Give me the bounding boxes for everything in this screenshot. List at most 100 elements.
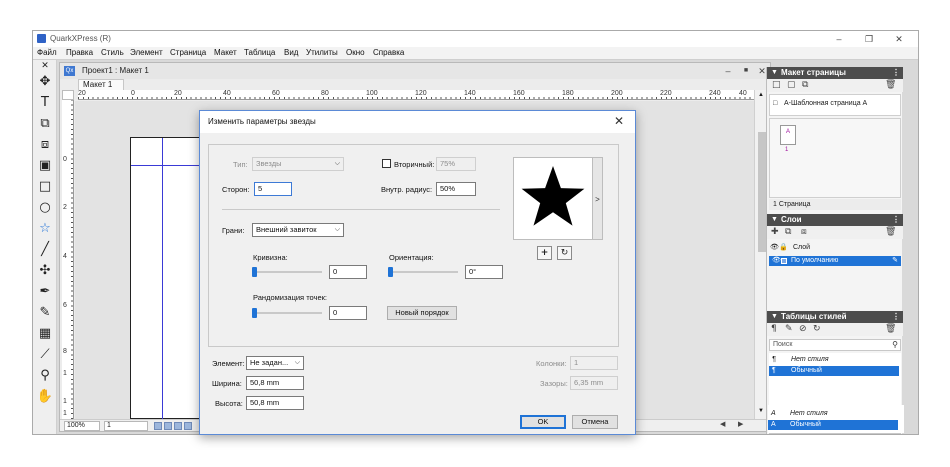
dialog-close-icon[interactable]: ✕ [614, 114, 624, 128]
paragraph-style-search[interactable]: Поиск ⚲ [769, 339, 901, 351]
collapse-icon[interactable]: ▼ [771, 67, 778, 79]
panel-menu-icon[interactable]: ⋮ [892, 67, 900, 79]
text-linking-tool-icon[interactable]: ⧉ [36, 114, 54, 133]
menu-page[interactable]: Страница [170, 48, 206, 57]
sides-field[interactable]: 5 [254, 182, 292, 196]
duplicate-page-icon[interactable]: ⧉ [802, 80, 808, 90]
menu-item[interactable]: Элемент [130, 48, 163, 57]
prev-page-icon[interactable] [164, 422, 172, 430]
delete-page-icon[interactable]: 🗑 [885, 80, 896, 90]
layer-edit-icon[interactable]: ✎ [892, 256, 898, 266]
new-layer-icon[interactable]: ✚ [771, 227, 779, 237]
menu-file[interactable]: Файл [37, 48, 57, 57]
reset-button[interactable]: ↻ [557, 246, 572, 260]
cancel-button[interactable]: Отмена [572, 415, 618, 429]
first-page-icon[interactable] [154, 422, 162, 430]
element-dropdown[interactable]: Не задан... ⌵ [246, 356, 304, 370]
collapse-icon[interactable]: ▼ [771, 214, 778, 226]
scroll-left-icon[interactable]: ◀ [720, 420, 725, 428]
star-tool-icon[interactable]: ☆ [36, 219, 54, 238]
doc-minimize-button[interactable]: – [720, 65, 736, 77]
secondary-checkbox[interactable] [382, 159, 391, 168]
character-style-none[interactable]: A Нет стиля [768, 409, 898, 419]
zoom-tool-icon[interactable]: ⚲ [36, 366, 54, 385]
eyedropper-tool-icon[interactable]: ⟋ [36, 345, 54, 364]
move-to-layer-icon[interactable]: ⧈ [801, 227, 807, 237]
page-number-field[interactable]: 1 [104, 421, 148, 431]
curvature-slider[interactable] [252, 265, 322, 279]
height-field[interactable]: 50,8 mm [246, 396, 304, 410]
inner-radius-field[interactable]: 50% [436, 182, 476, 196]
menu-style[interactable]: Стиль [101, 48, 124, 57]
duplicate-style-icon[interactable]: ⊘ [799, 324, 807, 334]
text-unlinking-tool-icon[interactable]: ⧈ [36, 135, 54, 154]
panel-menu-icon[interactable]: ⋮ [892, 311, 900, 323]
panel-menu-icon[interactable]: ⋮ [892, 214, 900, 226]
menu-edit[interactable]: Правка [66, 48, 93, 57]
curvature-field[interactable]: 0 [329, 265, 367, 279]
edges-dropdown[interactable]: Внешний завиток ⌵ [252, 223, 344, 237]
character-style-normal[interactable]: A Обычный [768, 420, 898, 430]
columns-field[interactable]: 1 [570, 356, 618, 370]
master-page-a[interactable]: □ А-Шаблонная страница А [770, 99, 900, 109]
randomize-field[interactable]: 0 [329, 306, 367, 320]
new-page-icon[interactable]: □ [772, 80, 781, 90]
menu-window[interactable]: Окно [346, 48, 365, 57]
picture-tool-icon[interactable]: ▣ [36, 156, 54, 175]
vertical-ruler[interactable]: 0 2 4 6 8 1 1 1 [62, 100, 74, 419]
gutter-field[interactable]: 6,35 mm [570, 376, 618, 390]
layer-visible-icon[interactable]: 👁 [772, 256, 781, 266]
orientation-slider[interactable] [388, 265, 458, 279]
maximize-button[interactable]: ❐ [861, 33, 877, 45]
secondary-field[interactable]: 75% [436, 157, 476, 171]
ruler-origin[interactable] [62, 90, 74, 100]
move-tool-icon[interactable]: ✥ [36, 72, 54, 91]
toolbox-close-icon[interactable]: ✕ [36, 60, 54, 72]
orientation-field[interactable]: 0° [465, 265, 503, 279]
scrollbar-thumb[interactable] [758, 132, 766, 252]
delete-style-icon[interactable]: 🗑 [885, 324, 896, 334]
new-order-button[interactable]: Новый порядок [387, 306, 457, 320]
new-paragraph-style-icon[interactable]: ¶ [771, 324, 777, 334]
pen-tool-icon[interactable]: ✒ [36, 282, 54, 301]
paragraph-style-none[interactable]: ¶ Нет стиля [769, 355, 899, 365]
scroll-up-icon[interactable]: ▲ [758, 92, 764, 98]
paragraph-style-normal[interactable]: ¶ Обычный [769, 366, 899, 376]
scroll-right-icon[interactable]: ▶ [738, 420, 743, 428]
menu-utilities[interactable]: Утилиты [306, 48, 338, 57]
bezier-tool-icon[interactable]: ✣ [36, 261, 54, 280]
add-button[interactable]: + [537, 246, 552, 260]
menu-table[interactable]: Таблица [244, 48, 275, 57]
delete-layer-icon[interactable]: 🗑 [885, 227, 896, 237]
horizontal-ruler[interactable]: 20 0 20 40 60 80 100 120 140 160 180 200… [78, 90, 754, 100]
minimize-button[interactable]: – [831, 33, 847, 45]
layers-panel-header[interactable]: ▼ Слои ⋮ [767, 214, 903, 226]
page-layout-panel-header[interactable]: ▼ Макет страницы ⋮ [767, 67, 903, 79]
merge-layers-icon[interactable]: ⧉ [785, 227, 791, 237]
new-facing-page-icon[interactable]: ▢ [787, 80, 796, 90]
text-tool-icon[interactable]: T [36, 93, 54, 112]
line-tool-icon[interactable]: ╱ [36, 240, 54, 259]
menu-help[interactable]: Справка [373, 48, 404, 57]
update-style-icon[interactable]: ↻ [813, 324, 821, 334]
scroll-down-icon[interactable]: ▼ [758, 408, 764, 414]
preview-arrow-button[interactable]: > [593, 157, 603, 240]
edit-style-icon[interactable]: ✎ [785, 324, 793, 334]
hand-tool-icon[interactable]: ✋ [36, 387, 54, 406]
oval-tool-icon[interactable]: ○ [36, 198, 54, 217]
last-page-icon[interactable] [184, 422, 192, 430]
menu-layout[interactable]: Макет [214, 48, 237, 57]
zoom-field[interactable]: 100% [64, 421, 100, 431]
slider-knob[interactable] [252, 308, 257, 318]
slider-knob[interactable] [252, 267, 257, 277]
menu-view[interactable]: Вид [284, 48, 298, 57]
width-field[interactable]: 50,8 mm [246, 376, 304, 390]
style-sheets-panel-header[interactable]: ▼ Таблицы стилей ⋮ [767, 311, 903, 323]
collapse-icon[interactable]: ▼ [771, 311, 778, 323]
table-tool-icon[interactable]: ▦ [36, 324, 54, 343]
slider-knob[interactable] [388, 267, 393, 277]
doc-restore-button[interactable]: ■ [738, 65, 754, 77]
close-button[interactable]: ✕ [891, 33, 907, 45]
type-dropdown[interactable]: Звезды ⌵ [252, 157, 344, 171]
layer-row-default[interactable]: 👁 По умолчанию ✎ [769, 256, 901, 266]
